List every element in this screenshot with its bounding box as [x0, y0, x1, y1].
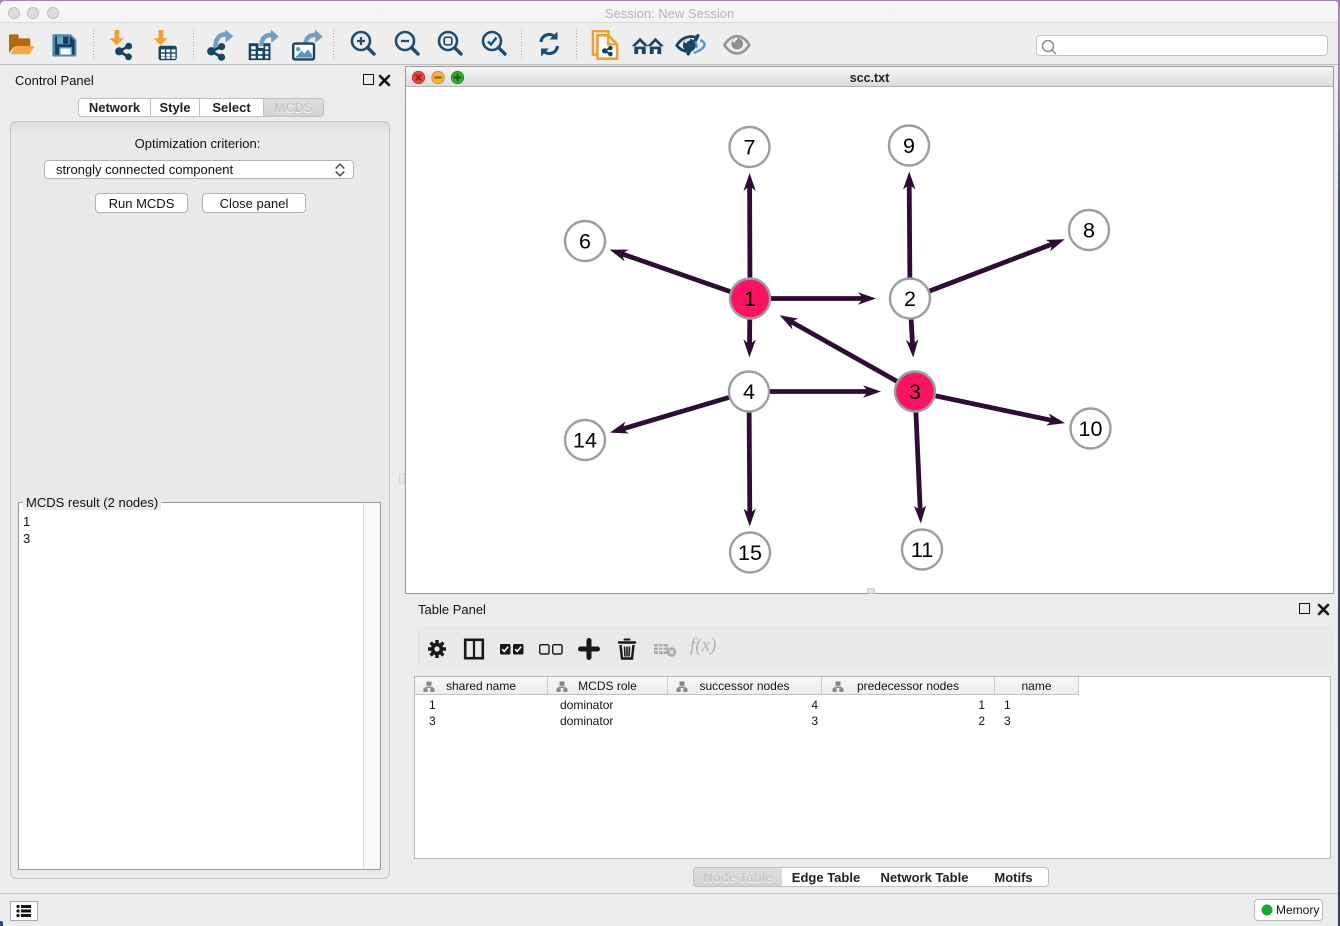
svg-text:4: 4 [743, 380, 755, 404]
svg-text:9: 9 [903, 134, 915, 158]
svg-text:14: 14 [573, 429, 597, 453]
svg-text:7: 7 [744, 136, 756, 160]
svg-text:2: 2 [904, 287, 916, 311]
svg-text:15: 15 [738, 541, 762, 565]
svg-text:3: 3 [909, 380, 921, 404]
svg-text:1: 1 [744, 287, 756, 311]
svg-text:8: 8 [1083, 219, 1095, 243]
svg-text:6: 6 [579, 230, 591, 254]
svg-text:10: 10 [1079, 417, 1103, 441]
svg-text:11: 11 [911, 538, 933, 562]
